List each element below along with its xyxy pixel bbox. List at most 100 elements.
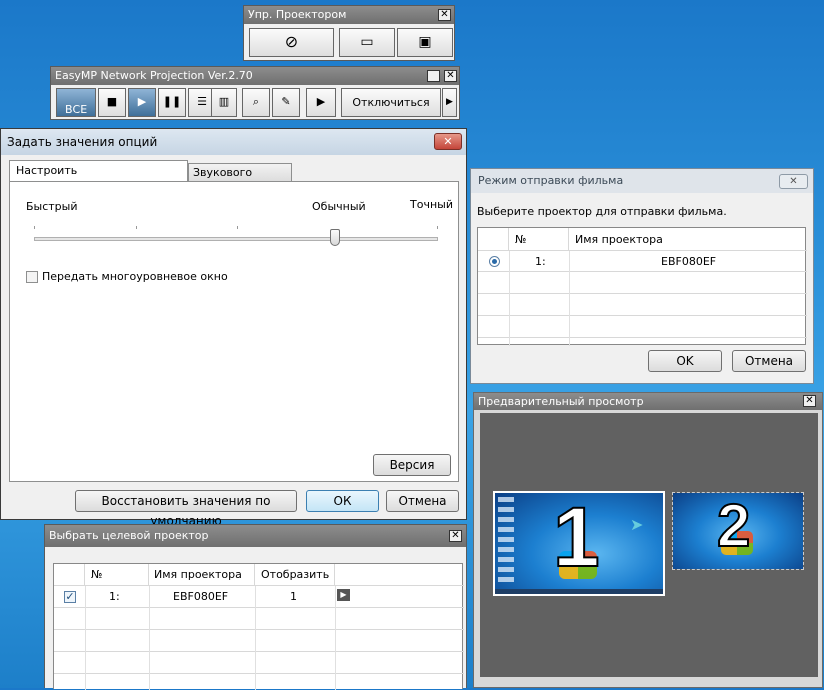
cancel-button[interactable]: Отмена [386, 490, 459, 512]
easymp-window: EasyMP Network Projection Ver.2.70 ✕ ВСЕ… [50, 66, 460, 120]
radio-dot [492, 259, 497, 264]
screen-number-2: 2 [716, 491, 751, 560]
search-icon: ⌕ [252, 95, 260, 108]
header-icon-column [335, 564, 464, 586]
column-header-name: Имя проектора [575, 233, 663, 246]
column-header-name: Имя проектора [154, 568, 242, 581]
close-icon[interactable]: ✕ [449, 530, 462, 542]
menu-expand-button[interactable]: ▶ [442, 88, 457, 117]
target-titlebar: Выбрать целевой проектор [45, 525, 466, 547]
ok-button[interactable]: ОК [306, 490, 379, 512]
close-icon[interactable]: ✕ [803, 395, 816, 407]
table-row [54, 608, 464, 630]
table-row[interactable]: 1: EBF080EF [478, 251, 807, 272]
screen-thumbnail: 2 [673, 491, 803, 569]
stop-button[interactable]: ■ [98, 88, 126, 117]
close-icon[interactable]: ✕ [444, 70, 457, 82]
desktop-icons [498, 497, 514, 585]
disconnect-label: Отключиться [352, 96, 430, 109]
header-num-column: № [509, 228, 569, 251]
video-source-button[interactable]: ▣ [397, 28, 453, 57]
projector-control-titlebar: Упр. Проектором [244, 6, 454, 24]
computer-source-button[interactable]: ▭ [339, 28, 395, 57]
stop-icon: ■ [106, 95, 118, 108]
ok-label: OK [676, 354, 694, 368]
row-name: EBF080EF [661, 255, 717, 268]
table-row [478, 294, 807, 316]
ok-label: ОК [333, 494, 352, 508]
ok-button[interactable]: OK [648, 350, 722, 372]
row-num: 1: [109, 590, 120, 603]
performance-slider-track[interactable] [34, 237, 438, 241]
row-name: EBF080EF [173, 590, 229, 603]
slider-tick [136, 226, 137, 229]
column-divider [335, 586, 336, 690]
column-divider [85, 586, 86, 690]
movie-mode-dialog: Режим отправки фильма ✕ Выберите проекто… [470, 168, 814, 384]
header-num-column: № [85, 564, 149, 586]
cancel-label: Отмена [744, 354, 794, 368]
window-title: Упр. Проектором [248, 8, 347, 21]
preview-screen-1[interactable]: 1 ➤ [493, 489, 665, 596]
cancel-button[interactable]: Отмена [732, 350, 806, 372]
computer-port-icon: ▭ [360, 34, 374, 50]
play-button[interactable]: ▶ [128, 88, 156, 117]
movie-mode-button[interactable]: ▶ [306, 88, 336, 117]
close-button[interactable]: ✕ [779, 174, 808, 189]
restore-label: Восстановить значения по умолчанию [101, 494, 271, 528]
restore-defaults-button[interactable]: Восстановить значения по умолчанию [75, 490, 297, 528]
search-projector-button[interactable]: ⌕ [242, 88, 270, 117]
camera-icon: ▶ [316, 95, 326, 108]
row-display: 1 [290, 590, 297, 603]
slider-thumb[interactable] [330, 229, 340, 246]
cancel-label: Отмена [398, 494, 447, 508]
pause-icon: ❚❚ [162, 95, 182, 108]
preview-area: 1 ➤ 2 [480, 413, 818, 677]
window-title: Режим отправки фильма [478, 174, 624, 187]
table-row [478, 316, 807, 338]
screen-number-1: 1 [552, 489, 601, 585]
table-row [478, 272, 807, 294]
header-name-column: Имя проектора [569, 228, 807, 251]
mute-icon: ⊘ [284, 32, 299, 51]
header-display-column: Отобразить [255, 564, 335, 586]
close-button[interactable]: ✕ [434, 133, 462, 150]
preview-titlebar: Предварительный просмотр [474, 393, 822, 410]
close-icon: ✕ [789, 176, 798, 187]
taskbar [495, 589, 663, 594]
all-projectors-button[interactable]: ВСЕ [56, 88, 96, 117]
video-cassette-icon: ▣ [418, 34, 432, 50]
version-label: Версия [389, 458, 435, 472]
column-header-num: № [515, 233, 527, 246]
remote-icon: ▥ [218, 95, 230, 108]
close-icon: ✕ [443, 135, 453, 148]
projector-control-window: Упр. Проектором ✕ ⊘ ▭ ▣ [243, 5, 455, 61]
multilayer-checkbox[interactable] [26, 271, 38, 283]
play-icon: ▶ [137, 95, 147, 108]
tools-icon: ✎ [281, 95, 291, 108]
close-icon[interactable]: ✕ [438, 9, 451, 21]
av-mute-button[interactable]: ⊘ [249, 28, 334, 57]
movie-titlebar: Режим отправки фильма [471, 169, 813, 193]
chevron-right-icon: ▶ [446, 97, 453, 107]
tab-performance[interactable]: Настроить производительность [9, 160, 188, 197]
slider-label-normal: Обычный [312, 200, 366, 213]
target-projector-table: № Имя проектора Отобразить ✓ 1: EBF080EF… [53, 563, 464, 690]
row-checkbox[interactable]: ✓ [64, 591, 76, 603]
movie-prompt: Выберите проектор для отправки фильма. [477, 205, 727, 218]
tab-audio-output[interactable]: Звукового выхода [188, 163, 292, 197]
preview-window: Предварительный просмотр ✕ 1 ➤ 2 [473, 392, 823, 688]
window-title: EasyMP Network Projection Ver.2.70 [55, 69, 253, 82]
table-row [54, 652, 464, 674]
minimize-icon[interactable] [427, 70, 440, 82]
all-label: ВСЕ [65, 103, 88, 116]
remote-button[interactable]: ▥ [211, 88, 237, 117]
pause-button[interactable]: ❚❚ [158, 88, 186, 117]
options-dialog: Задать значения опций ✕ Настроить произв… [0, 128, 467, 528]
settings-button[interactable]: ✎ [272, 88, 300, 117]
preview-screen-2[interactable]: 2 [672, 491, 804, 570]
disconnect-button[interactable]: Отключиться [341, 88, 441, 117]
version-button[interactable]: Версия [373, 454, 451, 476]
table-row[interactable]: ✓ 1: EBF080EF 1 ▶ [54, 586, 464, 608]
row-radio[interactable] [489, 256, 500, 267]
